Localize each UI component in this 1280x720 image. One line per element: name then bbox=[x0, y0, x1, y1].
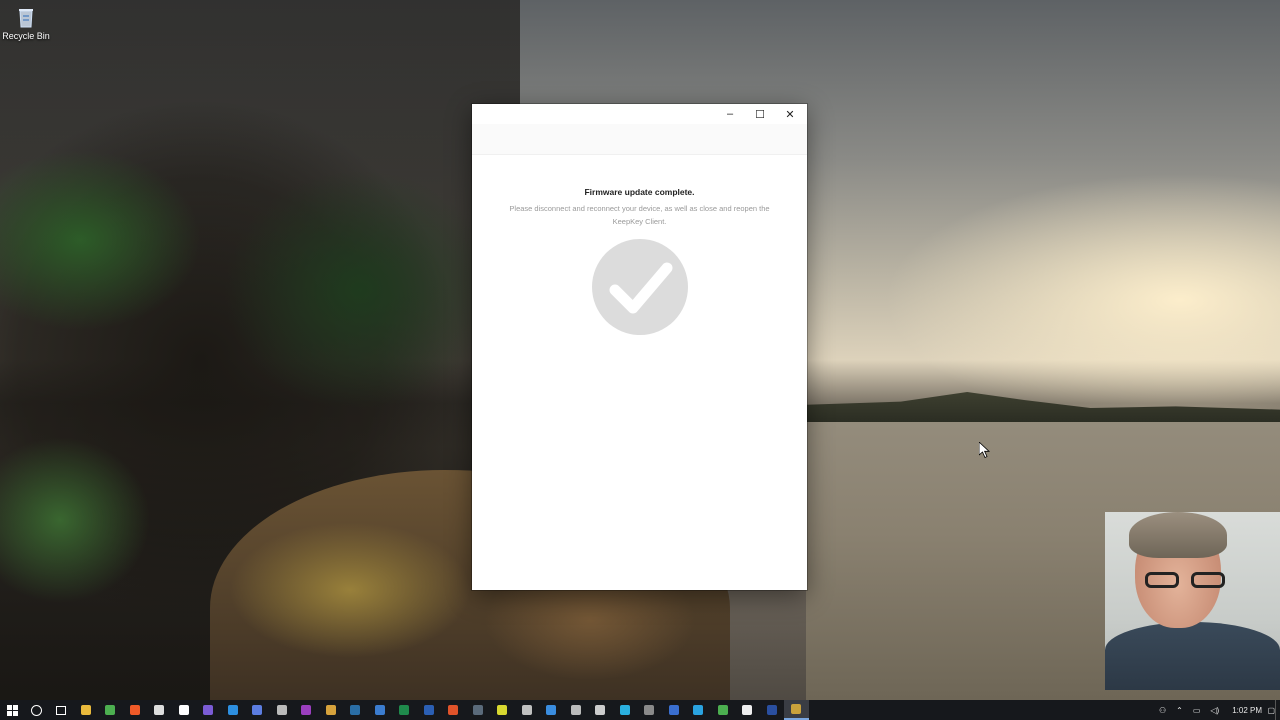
app-icon bbox=[521, 705, 532, 715]
app-icon bbox=[472, 705, 483, 715]
taskbar-app-button[interactable] bbox=[123, 700, 148, 720]
excel-icon bbox=[399, 705, 410, 715]
taskbar-app-button[interactable] bbox=[784, 700, 809, 720]
close-button[interactable]: ✕ bbox=[775, 104, 805, 124]
app-icon bbox=[252, 705, 263, 715]
taskbar-app-button[interactable] bbox=[245, 700, 270, 720]
taskbar: ⚇ ⌃ ▭ ◁) 1:02 PM ▢ bbox=[0, 700, 1280, 720]
chevron-up-icon[interactable]: ⌃ bbox=[1176, 706, 1183, 715]
system-tray: ⚇ ⌃ ▭ ◁) 1:02 PM ▢ bbox=[1154, 700, 1280, 720]
desktop-icon-recycle-bin[interactable]: Recycle Bin bbox=[2, 6, 50, 41]
app-icon bbox=[301, 705, 312, 715]
app-icon bbox=[742, 705, 753, 715]
recycle-bin-icon bbox=[16, 6, 36, 28]
person-icon[interactable]: ⚇ bbox=[1159, 706, 1166, 715]
taskbar-app-button[interactable] bbox=[711, 700, 736, 720]
app-icon bbox=[717, 705, 728, 715]
maximize-button[interactable]: ☐ bbox=[745, 104, 775, 124]
app-icon bbox=[154, 705, 165, 715]
skype-icon bbox=[693, 705, 704, 715]
window-titlebar[interactable]: – ☐ ✕ bbox=[472, 104, 807, 124]
chrome-icon bbox=[105, 705, 116, 715]
taskbar-app-button[interactable] bbox=[613, 700, 638, 720]
webcam-person-body bbox=[1105, 622, 1280, 690]
mouse-cursor-icon bbox=[979, 442, 991, 458]
webcam-person-hair bbox=[1129, 512, 1227, 558]
mail-icon bbox=[178, 705, 189, 715]
minimize-button[interactable]: – bbox=[715, 104, 745, 124]
app-icon bbox=[276, 705, 287, 715]
desktop-wallpaper-hills bbox=[806, 392, 1280, 424]
taskbar-app-button[interactable] bbox=[294, 700, 319, 720]
status-message: Please disconnect and reconnect your dev… bbox=[509, 204, 770, 226]
taskbar-app-button[interactable] bbox=[564, 700, 589, 720]
taskbar-app-button[interactable] bbox=[221, 700, 246, 720]
taskbar-apps bbox=[74, 700, 809, 720]
update-complete-panel: Firmware update complete. Please disconn… bbox=[472, 187, 807, 336]
app-icon bbox=[668, 705, 679, 715]
taskbar-app-button[interactable] bbox=[368, 700, 393, 720]
app-icon bbox=[766, 705, 777, 715]
network-icon[interactable]: ▭ bbox=[1193, 706, 1201, 715]
taskbar-app-button[interactable] bbox=[147, 700, 172, 720]
app-icon bbox=[325, 705, 336, 715]
taskbar-app-button[interactable] bbox=[637, 700, 662, 720]
taskbar-app-button[interactable] bbox=[466, 700, 491, 720]
app-icon bbox=[546, 705, 557, 715]
brave-icon bbox=[129, 705, 140, 715]
taskbar-app-button[interactable] bbox=[196, 700, 221, 720]
app-icon bbox=[497, 705, 508, 715]
webcam-overlay bbox=[1105, 512, 1280, 690]
app-icon bbox=[374, 705, 385, 715]
app-icon bbox=[448, 705, 459, 715]
glasses-icon bbox=[1145, 572, 1225, 590]
taskbar-clock[interactable]: 1:02 PM bbox=[1232, 706, 1262, 715]
taskbar-app-button[interactable] bbox=[539, 700, 564, 720]
search-icon[interactable] bbox=[25, 700, 50, 720]
taskbar-app-button[interactable] bbox=[417, 700, 442, 720]
taskbar-app-button[interactable] bbox=[270, 700, 295, 720]
file-explorer-icon bbox=[80, 705, 91, 715]
app-icon bbox=[570, 705, 581, 715]
notification-icon[interactable]: ▢ bbox=[1267, 706, 1275, 715]
check-circle-icon bbox=[591, 238, 689, 336]
taskbar-app-button[interactable] bbox=[441, 700, 466, 720]
window-header bbox=[472, 124, 807, 155]
show-desktop-button[interactable] bbox=[1275, 700, 1280, 720]
taskbar-app-button[interactable] bbox=[319, 700, 344, 720]
minimize-icon: – bbox=[726, 108, 734, 120]
volume-icon[interactable]: ◁) bbox=[1210, 706, 1219, 715]
taskbar-app-button[interactable] bbox=[343, 700, 368, 720]
taskbar-app-button[interactable] bbox=[735, 700, 760, 720]
taskbar-app-button[interactable] bbox=[686, 700, 711, 720]
app-icon bbox=[203, 705, 214, 715]
word-icon bbox=[423, 705, 434, 715]
photoshop-icon bbox=[350, 705, 361, 715]
keepkey-icon bbox=[791, 704, 802, 714]
status-title: Firmware update complete. bbox=[584, 187, 695, 197]
task-view-icon[interactable] bbox=[49, 700, 74, 720]
maximize-icon: ☐ bbox=[755, 108, 765, 121]
taskbar-app-button[interactable] bbox=[760, 700, 785, 720]
app-icon bbox=[227, 705, 238, 715]
taskbar-app-button[interactable] bbox=[662, 700, 687, 720]
taskbar-app-button[interactable] bbox=[588, 700, 613, 720]
taskbar-app-button[interactable] bbox=[490, 700, 515, 720]
desktop-icon-label: Recycle Bin bbox=[2, 31, 50, 41]
taskbar-app-button[interactable] bbox=[98, 700, 123, 720]
app-icon bbox=[619, 705, 630, 715]
taskbar-app-button[interactable] bbox=[515, 700, 540, 720]
close-icon: ✕ bbox=[785, 108, 795, 121]
taskbar-app-button[interactable] bbox=[74, 700, 99, 720]
app-icon bbox=[595, 705, 606, 715]
keepkey-client-window: – ☐ ✕ Firmware update complete. Please d… bbox=[472, 104, 807, 590]
taskbar-app-button[interactable] bbox=[392, 700, 417, 720]
taskbar-app-button[interactable] bbox=[172, 700, 197, 720]
windows-start-icon[interactable] bbox=[0, 700, 25, 720]
app-icon bbox=[644, 705, 655, 715]
